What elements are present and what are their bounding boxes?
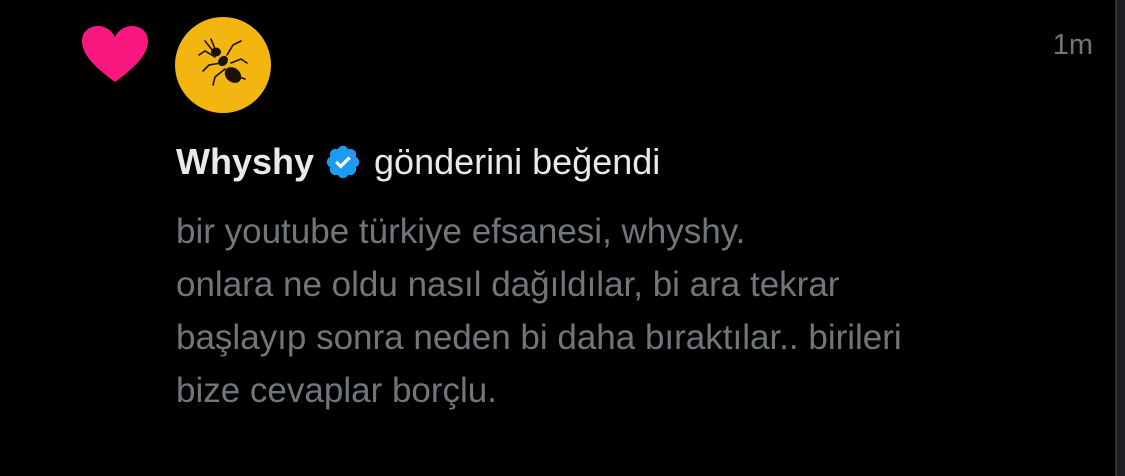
post-line: bize cevaplar borçlu. [176,371,497,410]
notification-headline: Whyshy gönderini beğendi [176,140,660,184]
heart-icon [82,26,148,84]
post-line: onlara ne oldu nasıl dağıldılar, bi ara … [176,265,840,304]
column-divider [1115,0,1125,476]
avatar[interactable] [175,17,271,113]
post-line: bir youtube türkiye efsanesi, whyshy. [176,212,746,251]
verified-badge-icon [324,143,362,181]
liked-post-text[interactable]: bir youtube türkiye efsanesi, whyshy. on… [176,205,1076,417]
like-notification[interactable]: 1m Whyshy gönderini beğendi bir youtube … [0,0,1125,476]
timestamp: 1m [1052,29,1093,61]
action-text: gönderini beğendi [374,141,661,182]
post-line: başlayıp sonra neden bi daha bıraktılar.… [176,318,902,357]
username-link[interactable]: Whyshy [176,140,314,184]
ant-icon [198,38,248,86]
